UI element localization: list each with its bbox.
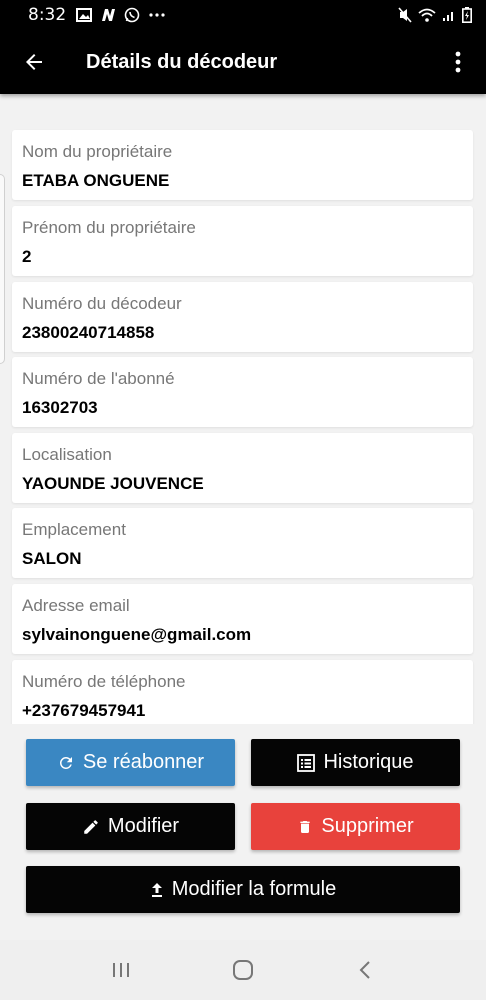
field-label: Nom du propriétaire — [22, 142, 173, 161]
resubscribe-button[interactable]: Se réabonner — [26, 739, 235, 786]
status-right-icons — [398, 7, 472, 23]
field-label: Emplacement — [22, 520, 126, 539]
delete-label: Supprimer — [321, 815, 414, 837]
field-label: Prénom du propriétaire — [22, 218, 196, 237]
field-owner-first-name: Prénom du propriétaire 2 — [12, 206, 473, 276]
more-vertical-icon — [455, 51, 461, 73]
recents-icon — [113, 963, 129, 977]
field-label: Numéro de téléphone — [22, 672, 186, 691]
chevron-left-icon — [359, 961, 370, 979]
page-title: Détails du décodeur — [86, 50, 278, 73]
field-location: Localisation YAOUNDE JOUVENCE — [12, 433, 473, 503]
list-icon — [297, 753, 316, 772]
field-placement: Emplacement SALON — [12, 508, 473, 578]
status-bar: 8:32 — [0, 0, 486, 30]
field-value: YAOUNDE JOUVENCE — [22, 474, 204, 493]
recents-button[interactable] — [91, 940, 151, 1000]
details-list[interactable]: Nom du propriétaire ETABA ONGUENE Prénom… — [0, 94, 486, 724]
app-bar: Détails du décodeur — [0, 30, 486, 94]
field-value: 2 — [22, 247, 32, 266]
field-phone: Numéro de téléphone +237679457941 — [12, 660, 473, 724]
field-label: Numéro du décodeur — [22, 294, 182, 313]
gallery-icon — [76, 8, 93, 22]
arrow-left-icon — [26, 54, 42, 70]
field-value: SALON — [22, 549, 82, 568]
trash-icon — [297, 818, 313, 836]
overflow-menu-button[interactable] — [438, 30, 478, 94]
wifi-icon — [418, 8, 436, 22]
field-value: 16302703 — [22, 398, 98, 417]
delete-button[interactable]: Supprimer — [251, 803, 460, 850]
system-nav-bar — [0, 940, 486, 1000]
history-label: Historique — [323, 751, 414, 773]
history-button[interactable]: Historique — [251, 739, 460, 786]
n-app-icon — [100, 8, 116, 22]
battery-icon — [462, 7, 472, 23]
whatsapp-icon — [124, 7, 140, 23]
field-decoder-number: Numéro du décodeur 23800240714858 — [12, 282, 473, 352]
back-button[interactable] — [6, 30, 62, 94]
field-subscriber-number: Numéro de l'abonné 16302703 — [12, 357, 473, 427]
upload-icon — [150, 881, 164, 899]
edit-button[interactable]: Modifier — [26, 803, 235, 850]
action-panel: Se réabonner Historique Modifier Supprim… — [0, 724, 486, 940]
home-button[interactable] — [213, 940, 273, 1000]
mute-icon — [398, 7, 412, 23]
home-icon — [233, 960, 253, 980]
status-time: 8:32 — [28, 5, 67, 25]
pencil-icon — [82, 818, 100, 836]
field-owner-last-name: Nom du propriétaire ETABA ONGUENE — [12, 130, 473, 200]
change-plan-label: Modifier la formule — [171, 878, 337, 900]
field-value: 23800240714858 — [22, 323, 155, 342]
back-nav-button[interactable] — [335, 940, 395, 1000]
edit-label: Modifier — [107, 815, 180, 837]
field-value: ETABA ONGUENE — [22, 171, 170, 190]
field-label: Localisation — [22, 445, 112, 464]
signal-icon — [442, 8, 456, 22]
status-left-icons — [76, 7, 166, 23]
field-email: Adresse email sylvainonguene@gmail.com — [12, 584, 473, 654]
edge-panel-handle[interactable] — [0, 174, 5, 364]
field-value: sylvainonguene@gmail.com — [22, 625, 252, 644]
change-plan-button[interactable]: Modifier la formule — [26, 866, 460, 913]
refresh-icon — [57, 754, 75, 772]
field-value: +237679457941 — [22, 701, 146, 720]
resubscribe-label: Se réabonner — [82, 751, 205, 773]
field-label: Adresse email — [22, 596, 130, 615]
field-label: Numéro de l'abonné — [22, 369, 175, 388]
more-dots-icon — [148, 12, 166, 18]
